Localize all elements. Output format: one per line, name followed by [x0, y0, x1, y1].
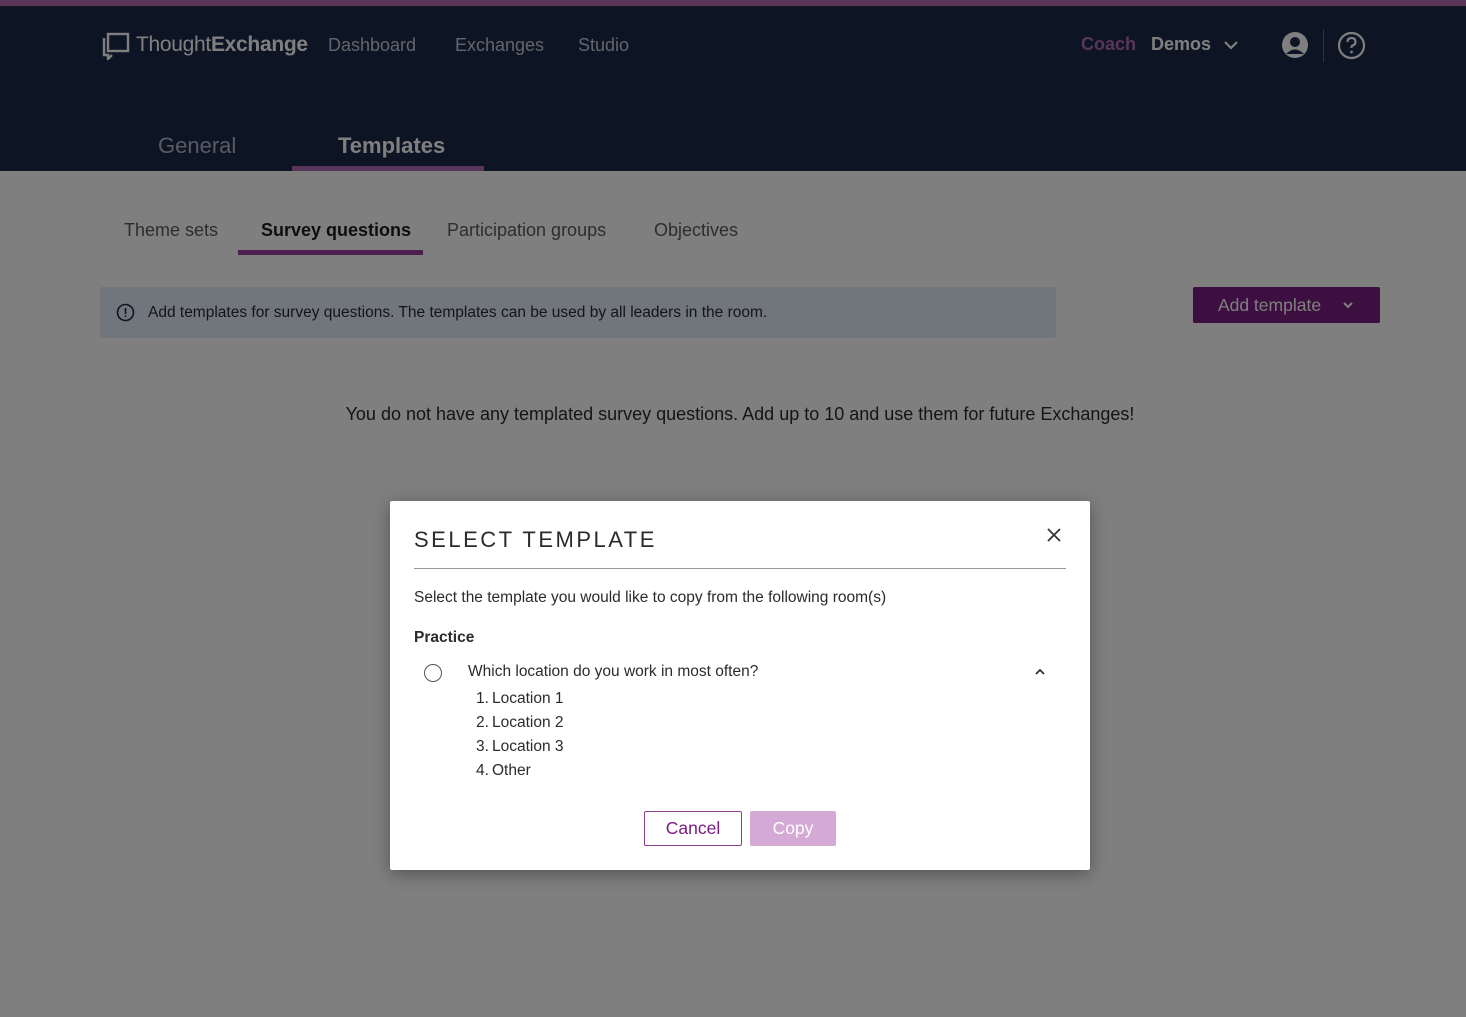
- list-item: 2. Location 2: [476, 714, 564, 731]
- copy-button[interactable]: Copy: [750, 811, 836, 846]
- answer-options-list: 1. Location 1 2. Location 2 3. Location 3 4…: [476, 687, 564, 783]
- chevron-up-icon[interactable]: [1033, 665, 1047, 679]
- list-item: 3. Location 3: [476, 738, 564, 755]
- close-icon[interactable]: [1045, 526, 1063, 544]
- room-name: Practice: [414, 629, 475, 646]
- list-item: 1. Location 1: [476, 690, 564, 707]
- select-template-dialog: SELECT TEMPLATE Select the template you …: [390, 501, 1090, 870]
- template-radio[interactable]: [424, 664, 442, 682]
- dialog-title: SELECT TEMPLATE: [414, 527, 657, 552]
- dialog-divider: [414, 568, 1066, 569]
- dialog-description: Select the template you would like to co…: [414, 589, 887, 606]
- cancel-button[interactable]: Cancel: [644, 811, 742, 846]
- list-item: 4. Other: [476, 762, 531, 779]
- template-question[interactable]: Which location do you work in most often…: [468, 663, 758, 681]
